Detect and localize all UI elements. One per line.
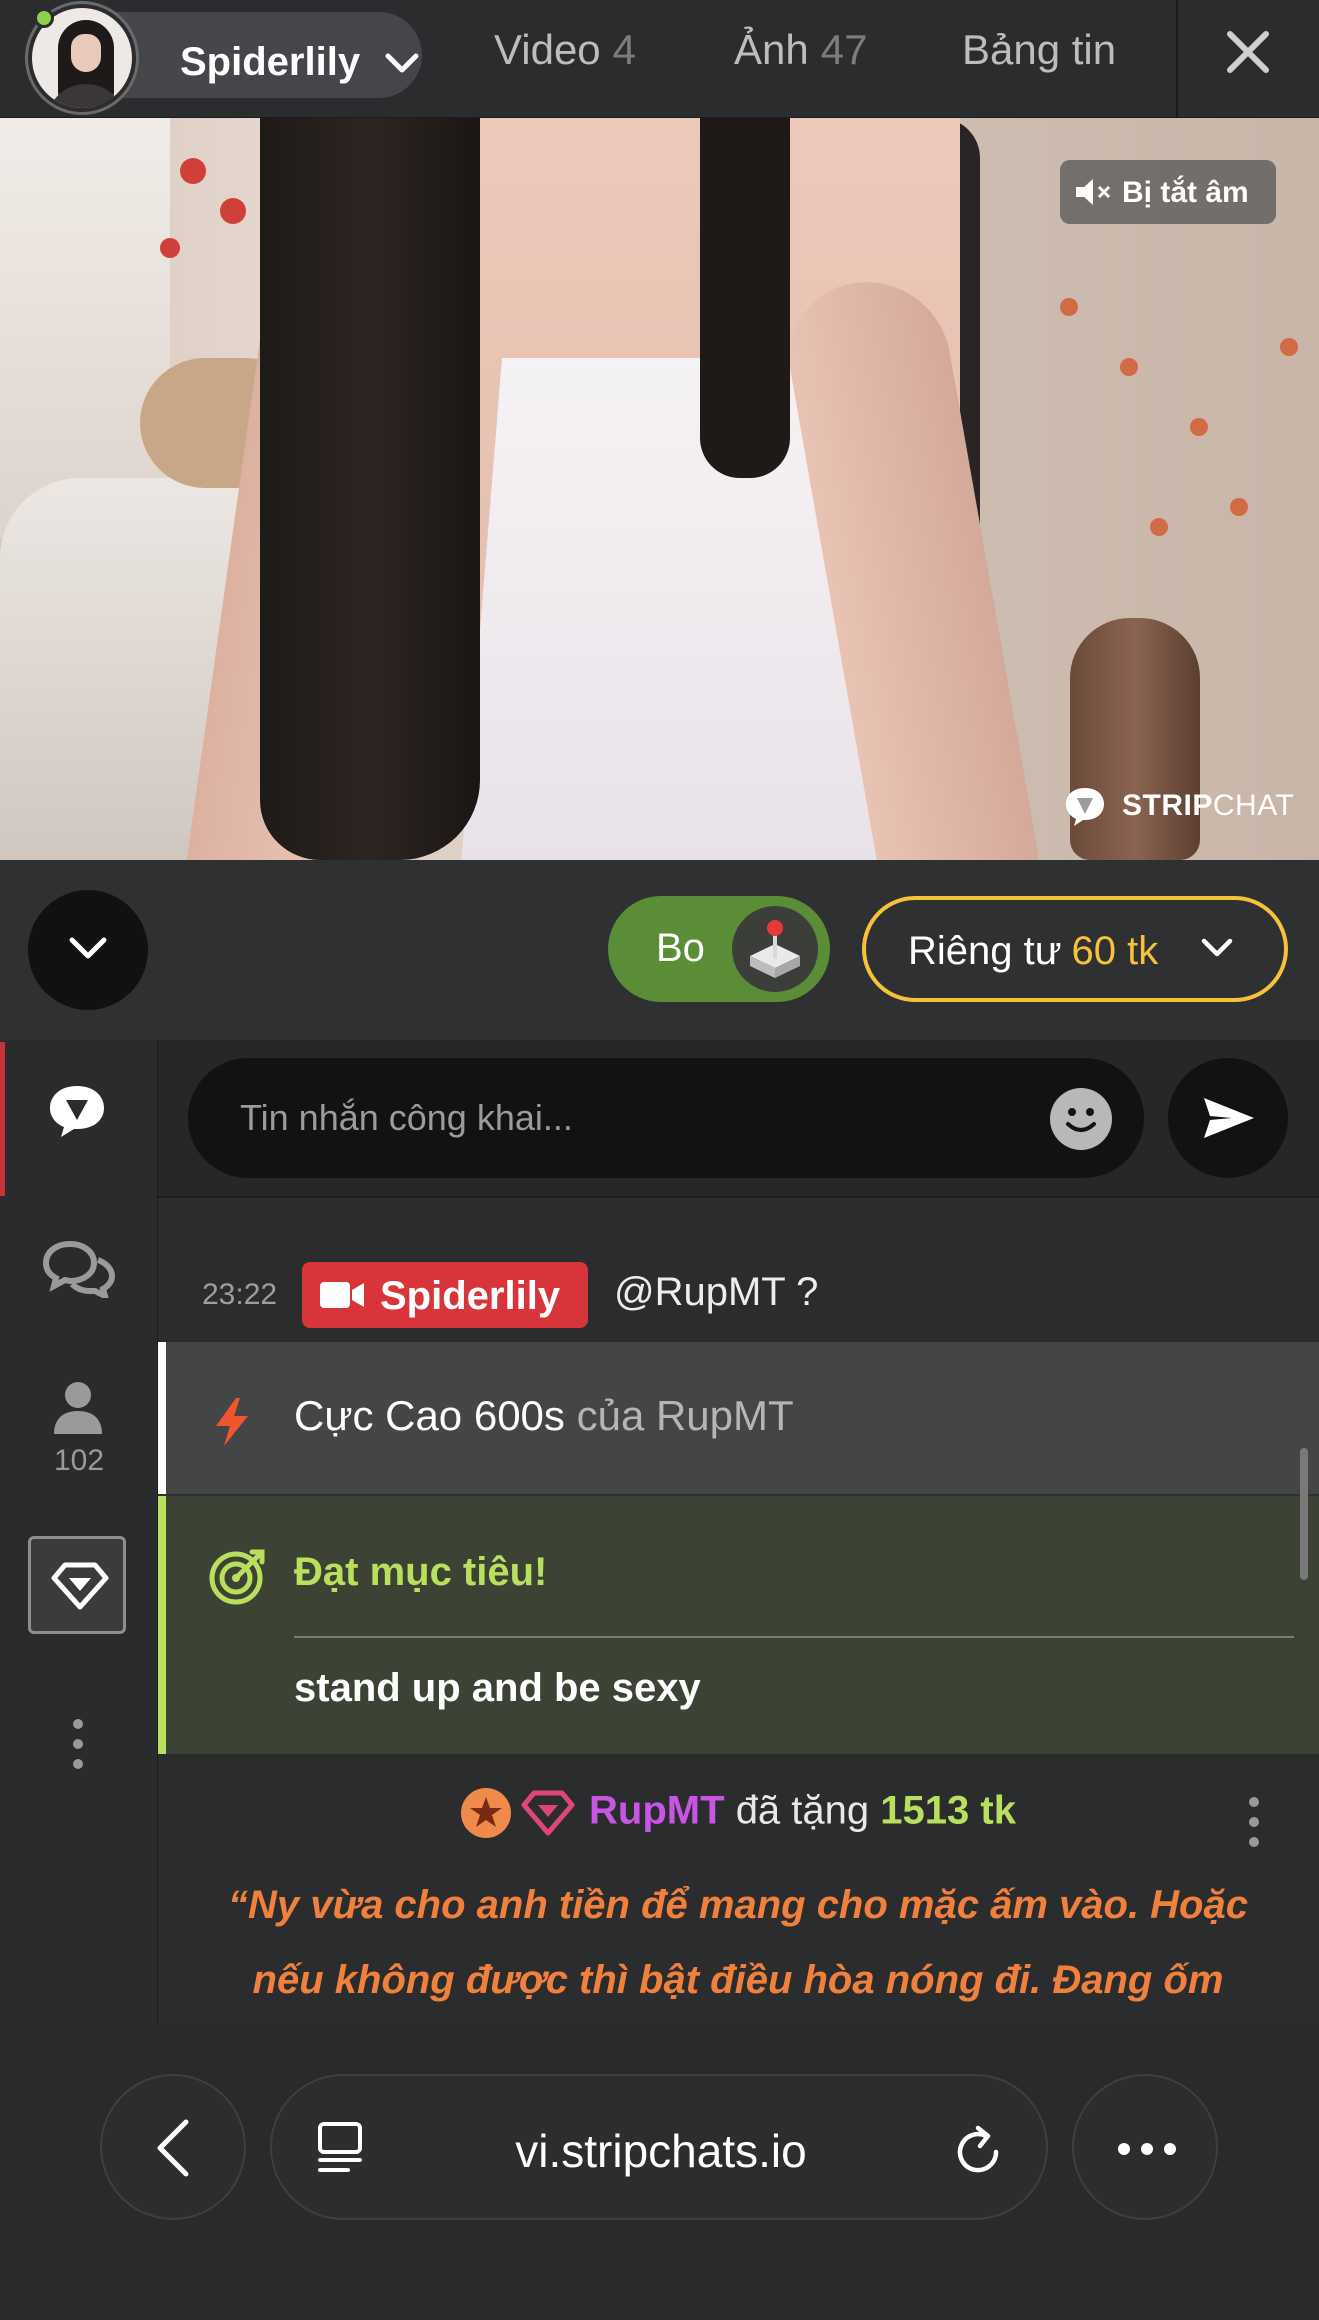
- reload-icon[interactable]: [952, 2122, 1006, 2180]
- address-bar[interactable]: vi.stripchats.io: [270, 2074, 1048, 2220]
- send-icon: [1204, 1098, 1254, 1138]
- star-badge-icon: [461, 1788, 512, 1838]
- mute-label: Bị tắt âm: [1122, 176, 1249, 209]
- user-icon: [54, 1382, 102, 1434]
- online-status-dot: [34, 8, 54, 28]
- collapse-button[interactable]: [28, 890, 148, 1010]
- tab-photos-label: Ảnh: [734, 26, 809, 73]
- chevron-down-icon: [1201, 938, 1233, 957]
- tip-menu-event: Cực Cao 600s của RupMT: [158, 1342, 1319, 1494]
- private-show-label: Riêng tư 60 tk: [908, 929, 1159, 973]
- sidebar-item-tips[interactable]: [28, 1536, 126, 1634]
- tab-video-label: Video: [494, 26, 601, 73]
- lightning-icon: [216, 1398, 248, 1446]
- more-menu-button[interactable]: [1072, 2074, 1218, 2220]
- chat-bubbles-icon: [42, 1240, 116, 1298]
- tab-photos[interactable]: Ảnh 47: [734, 26, 867, 74]
- private-show-button[interactable]: Riêng tư 60 tk: [862, 896, 1288, 1002]
- chevron-left-icon: [157, 2119, 189, 2177]
- url-text: vi.stripchats.io: [515, 2125, 807, 2177]
- tab-feed[interactable]: Bảng tin: [962, 26, 1116, 74]
- tab-video[interactable]: Video 4: [494, 26, 636, 74]
- emoji-button[interactable]: [1050, 1088, 1112, 1150]
- browser-toolbar: vi.stripchats.io: [0, 2026, 1319, 2320]
- chat-panel: 23:22 Spiderlily @RupMT ? Cực Cao 600s c…: [158, 1040, 1319, 2026]
- tip-note: “Ny vừa cho anh tiền để mang cho mặc ấm …: [228, 1883, 1248, 2002]
- active-indicator: [0, 1042, 5, 1196]
- tab-feed-label: Bảng tin: [962, 26, 1117, 73]
- tip-message: RupMT đã tặng 1513 tk “Ny vừa cho anh ti…: [158, 1754, 1319, 2026]
- chevron-down-icon: [385, 53, 419, 73]
- diamond-icon: [51, 1562, 109, 1610]
- users-count: 102: [53, 1444, 105, 1477]
- top-divider: [1176, 0, 1178, 118]
- message-timestamp: 23:22: [202, 1278, 278, 1311]
- goal-title: Đạt mục tiêu!: [294, 1550, 548, 1594]
- mute-toggle[interactable]: Bị tắt âm: [1060, 160, 1276, 224]
- tip-verb: đã tặng: [735, 1788, 870, 1833]
- goal-text: stand up and be sexy: [294, 1666, 701, 1710]
- tip-amount: 1513 tk: [880, 1788, 1016, 1833]
- public-message-input[interactable]: [188, 1058, 1144, 1178]
- watermark-text: STRIPCHAT: [1122, 789, 1295, 822]
- chevron-down-icon: [69, 937, 107, 959]
- chat-sidebar: 102: [0, 1040, 158, 2026]
- video-player[interactable]: Bị tắt âm STRIPCHAT: [0, 118, 1319, 860]
- message-text: @RupMT ?: [614, 1270, 819, 1314]
- joystick-icon: [732, 906, 818, 992]
- event-text: Cực Cao 600s của RupMT: [294, 1392, 794, 1439]
- more-vertical-icon[interactable]: [68, 1716, 88, 1772]
- tip-summary: RupMT đã tặng 1513 tk: [158, 1788, 1319, 1838]
- smiley-icon: [1066, 1108, 1096, 1132]
- tab-photos-count: 47: [820, 26, 868, 73]
- tip-button-label: Bo: [656, 926, 705, 970]
- chat-scrollbar[interactable]: [1300, 1448, 1308, 1580]
- goal-reached-message: Đạt mục tiêu! stand up and be sexy: [158, 1496, 1319, 1754]
- speaker-muted-icon: [1076, 179, 1111, 205]
- message-author: Spiderlily: [380, 1274, 561, 1318]
- diamond-badge-icon: [521, 1790, 575, 1836]
- video-camera-icon: [320, 1282, 364, 1308]
- model-name: Spiderlily: [180, 40, 361, 84]
- tab-video-count: 4: [612, 26, 637, 73]
- send-button[interactable]: [1168, 1058, 1288, 1178]
- stream-controls: Bo Riêng tư 60 tk: [0, 860, 1319, 1040]
- tip-button[interactable]: Bo: [608, 896, 830, 1002]
- stripchat-watermark: STRIPCHAT: [1062, 784, 1294, 828]
- target-icon: [209, 1549, 265, 1605]
- tipper-name[interactable]: RupMT: [589, 1789, 725, 1833]
- more-vertical-icon[interactable]: [1244, 1792, 1264, 1852]
- top-bar: Spiderlily Video 4 Ảnh 47 Bảng tin: [0, 0, 1319, 118]
- private-show-price: 60 tk: [1071, 929, 1159, 973]
- model-author-badge[interactable]: Spiderlily: [302, 1262, 588, 1328]
- goal-divider: [294, 1636, 1294, 1638]
- chat-bubble-icon: [50, 1086, 104, 1137]
- close-icon[interactable]: [1222, 26, 1274, 78]
- more-horizontal-icon: [1118, 2143, 1176, 2155]
- chat-input-row: [158, 1040, 1319, 1198]
- back-button[interactable]: [100, 2074, 246, 2220]
- chat-message: 23:22 Spiderlily @RupMT ?: [158, 1200, 1319, 1342]
- stripchat-logo-icon: [1066, 788, 1104, 826]
